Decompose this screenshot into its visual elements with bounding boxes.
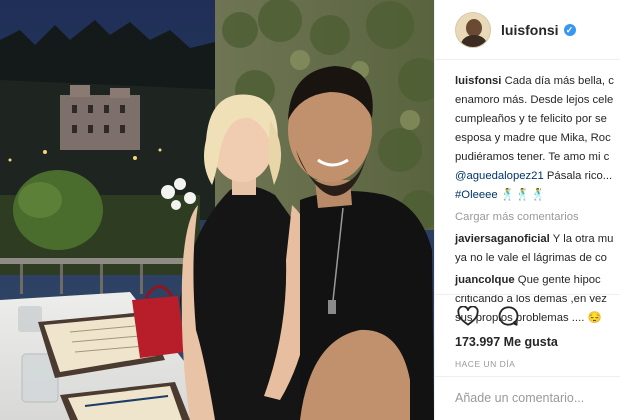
post-timestamp: HACE UN DÍA: [455, 359, 516, 369]
verified-badge-icon: ✓: [563, 23, 576, 36]
caption-line: Pásala rico...: [543, 170, 613, 182]
comment-item: javiersaganoficial Y la otra mu ya no le…: [455, 230, 620, 268]
comment-text: ya no le vale el lágrimas de co: [455, 252, 607, 264]
dancer-emoji: 🕺🕺🕺: [500, 189, 547, 201]
add-comment-input[interactable]: Añade un comentario...: [435, 376, 620, 420]
like-count[interactable]: 173.997 Me gusta: [455, 335, 620, 349]
caption-line: enamoro más. Desde lejos cele: [455, 94, 614, 106]
comments-section: luisfonsi Cada día más bella, c enamoro …: [455, 72, 620, 328]
post-header: luisfonsi ✓: [435, 0, 620, 60]
load-more-comments-link[interactable]: Cargar más comentarios: [455, 208, 620, 227]
caption-line: cumpleaños y te felicito por se: [455, 113, 607, 125]
caption-username[interactable]: luisfonsi: [455, 75, 501, 87]
caption: luisfonsi Cada día más bella, c enamoro …: [455, 72, 620, 205]
comment-username[interactable]: javiersaganoficial: [455, 233, 550, 245]
avatar-body: [461, 34, 487, 47]
post-photo[interactable]: [0, 0, 434, 420]
comment-username[interactable]: juancolque: [455, 274, 515, 286]
mention-link[interactable]: @aguedalopez21: [455, 170, 544, 182]
avatar-head: [466, 18, 482, 37]
caption-line: Cada día más bella, c: [504, 75, 614, 87]
comment-text: Y la otra mu: [549, 233, 614, 245]
avatar[interactable]: [455, 11, 491, 48]
hashtag-link[interactable]: #Oleeee: [455, 189, 498, 201]
photo-illustration: [0, 0, 434, 420]
post-username[interactable]: luisfonsi: [501, 22, 559, 38]
post-sidebar: luisfonsi ✓ luisfonsi Cada día más bella…: [434, 0, 620, 420]
caption-line: pudiéramos tener. Te amo mi c: [455, 151, 610, 163]
caption-line: esposa y madre que Mika, Roc: [455, 132, 611, 144]
comment-icon[interactable]: [495, 303, 521, 329]
heart-icon[interactable]: [455, 303, 481, 329]
comment-text: Que gente hipoc: [514, 274, 601, 286]
action-icons: [455, 303, 620, 329]
post-actions: 173.997 Me gusta HACE UN DÍA: [435, 294, 620, 369]
